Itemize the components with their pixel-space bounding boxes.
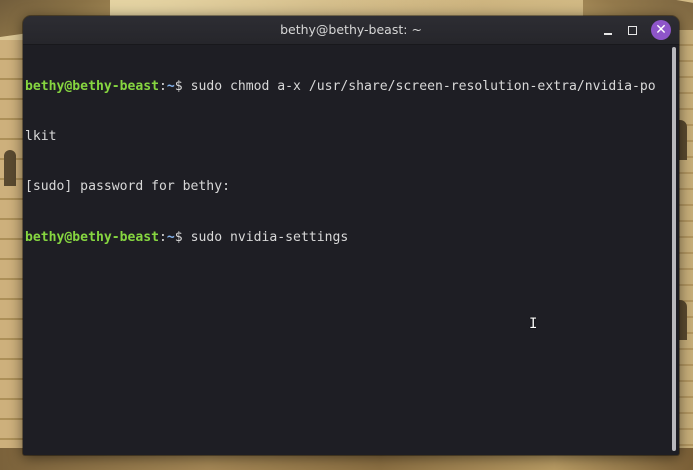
minimize-button[interactable]: [599, 21, 617, 39]
command-text: sudo chmod a-x /usr/share/screen-resolut…: [190, 78, 656, 94]
prompt-user: bethy@bethy-beast: [25, 229, 160, 245]
scrollbar-thumb[interactable]: [672, 47, 676, 451]
prompt-separator: :: [159, 78, 167, 94]
text-cursor-icon: I: [529, 316, 538, 332]
prompt-sign: $: [174, 229, 191, 245]
terminal-window[interactable]: bethy@bethy-beast: ~ ✕ bethy@bethy-beast…: [23, 16, 679, 455]
terminal-line: bethy@bethy-beast:~$ sudo chmod a-x /usr…: [25, 79, 669, 96]
terminal-line: [sudo] password for bethy:: [25, 179, 669, 196]
prompt-separator: :: [159, 229, 167, 245]
prompt-sign: $: [174, 78, 191, 94]
prompt-path: ~: [166, 78, 175, 94]
maximize-button[interactable]: [623, 21, 641, 39]
terminal-line: bethy@bethy-beast:~$ sudo nvidia-setting…: [25, 230, 669, 247]
minimize-icon: [604, 33, 612, 35]
output-text: [sudo] password for bethy:: [25, 179, 230, 195]
vertical-scrollbar[interactable]: [671, 47, 677, 451]
command-text: sudo nvidia-settings: [190, 229, 349, 245]
close-button[interactable]: ✕: [651, 20, 671, 40]
maximize-icon: [627, 25, 637, 35]
terminal-line: lkit: [25, 129, 669, 146]
title-bar[interactable]: bethy@bethy-beast: ~ ✕: [23, 16, 679, 45]
terminal-output[interactable]: bethy@bethy-beast:~$ sudo chmod a-x /usr…: [23, 45, 669, 455]
close-icon: ✕: [655, 22, 667, 38]
window-title: bethy@bethy-beast: ~: [280, 22, 422, 37]
wallpaper-window: [4, 150, 16, 186]
prompt-user: bethy@bethy-beast: [25, 78, 160, 94]
wallpaper-tower-left: [0, 40, 24, 470]
output-text: lkit: [25, 128, 57, 144]
prompt-path: ~: [166, 229, 175, 245]
